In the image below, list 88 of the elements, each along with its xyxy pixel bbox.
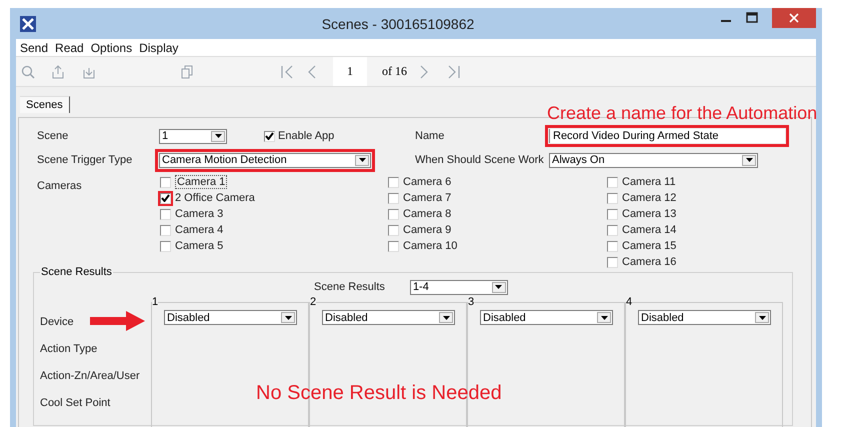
caret-icon [746,158,752,162]
caret-icon [495,285,502,289]
checkbox-label: Enable App [278,130,334,142]
row-label: Action-Zn/Area/User [40,370,140,382]
checkbox[interactable] [607,208,618,220]
dropdown[interactable]: 1 [159,128,227,144]
checkbox[interactable] [264,130,275,142]
dropdown[interactable]: Disabled [164,310,297,325]
checkbox-label: Camera 8 [403,208,452,220]
dropdown[interactable]: Disabled [322,310,455,325]
close-icon [789,13,799,23]
upload-icon[interactable] [52,64,64,78]
caret-icon [284,316,292,320]
next-icon[interactable] [419,64,429,78]
checkbox[interactable] [160,176,171,188]
checkbox-label: Camera 3 [175,208,224,220]
close-button[interactable] [772,8,816,28]
column-number: 1 [152,296,158,308]
field-label: Scene [37,130,70,142]
tab[interactable]: Scenes [20,96,70,113]
row-label: Device [40,316,74,328]
annotation-text: No Scene Result is Needed [256,382,502,405]
previous-icon[interactable] [307,64,317,78]
checkbox-label: Camera 7 [403,192,452,204]
app-icon [20,16,36,32]
field-label: Scene Trigger Type [37,154,134,166]
checkbox[interactable] [607,224,618,236]
first-page-icon[interactable] [281,64,294,78]
checkbox[interactable] [388,240,399,252]
checkbox[interactable] [388,208,399,220]
search-icon[interactable] [21,64,35,78]
window-title: Scenes - 300165109862 [320,16,476,32]
menu-item[interactable]: Read [55,40,84,54]
checkbox-label: 2 Office Camera [175,192,255,204]
dropdown[interactable]: Disabled [638,310,771,325]
checkbox-label: Camera 10 [403,240,458,252]
dropdown[interactable]: Always On [549,152,758,168]
checkmark-icon [161,194,170,202]
field-label: Scene Results [314,281,385,293]
checkbox[interactable] [388,192,399,204]
checkbox-label: Camera 1 [175,175,228,189]
checkbox-label: Camera 13 [622,208,676,220]
field-label: When Should Scene Work [415,154,545,166]
maximize-icon[interactable] [746,12,758,24]
checkbox[interactable] [607,256,618,268]
copy-icon[interactable] [181,64,193,78]
checkbox-label: Camera 15 [622,240,676,252]
checkmark-icon [265,132,274,140]
row-label: Cool Set Point [40,396,110,408]
menu-item[interactable]: Display [139,40,178,54]
checkbox[interactable] [607,240,618,252]
checkbox-label: Camera 9 [403,224,452,236]
checkbox[interactable] [388,224,399,236]
checkbox-label: Camera 11 [622,176,676,188]
page-field[interactable]: 1 [333,57,367,86]
checkbox-label: Camera 5 [175,240,224,252]
column-number: 2 [310,296,316,308]
last-page-icon[interactable] [447,64,460,78]
checkbox-label: Camera 16 [622,256,676,268]
dropdown[interactable]: Camera Motion Detection [159,152,371,168]
checkbox[interactable] [607,192,618,204]
row-label: Action Type [40,342,98,354]
checkbox[interactable] [160,208,171,220]
checkbox[interactable] [388,176,399,188]
column-number: 3 [468,296,474,308]
column-number: 4 [626,296,632,308]
checkbox-label: Camera 4 [175,224,224,236]
menu-item[interactable]: Options [90,40,132,54]
group-title: Scene Results [40,266,113,278]
checkbox[interactable] [160,240,171,252]
dropdown[interactable]: Disabled [480,310,613,325]
dropdown[interactable]: 1-4 [410,280,508,294]
menu-item[interactable]: Send [20,40,48,54]
caret-icon [214,134,222,138]
field-label: Name [415,130,446,142]
annotation-text: Create a name for the Automation [547,103,818,124]
checkbox-label: Camera 6 [403,176,452,188]
caret-icon [358,158,366,162]
caret-icon [600,316,608,320]
field-label: Cameras [37,179,83,192]
page-count: of 16 [382,64,407,79]
caret-icon [758,316,766,320]
checkbox[interactable] [160,224,171,236]
caret-icon [442,316,450,320]
checkbox[interactable] [607,176,618,188]
checkbox-label: Camera 14 [622,224,676,236]
name-field[interactable]: Record Video During Armed State [549,129,785,143]
checkbox-label: Camera 12 [622,192,676,204]
